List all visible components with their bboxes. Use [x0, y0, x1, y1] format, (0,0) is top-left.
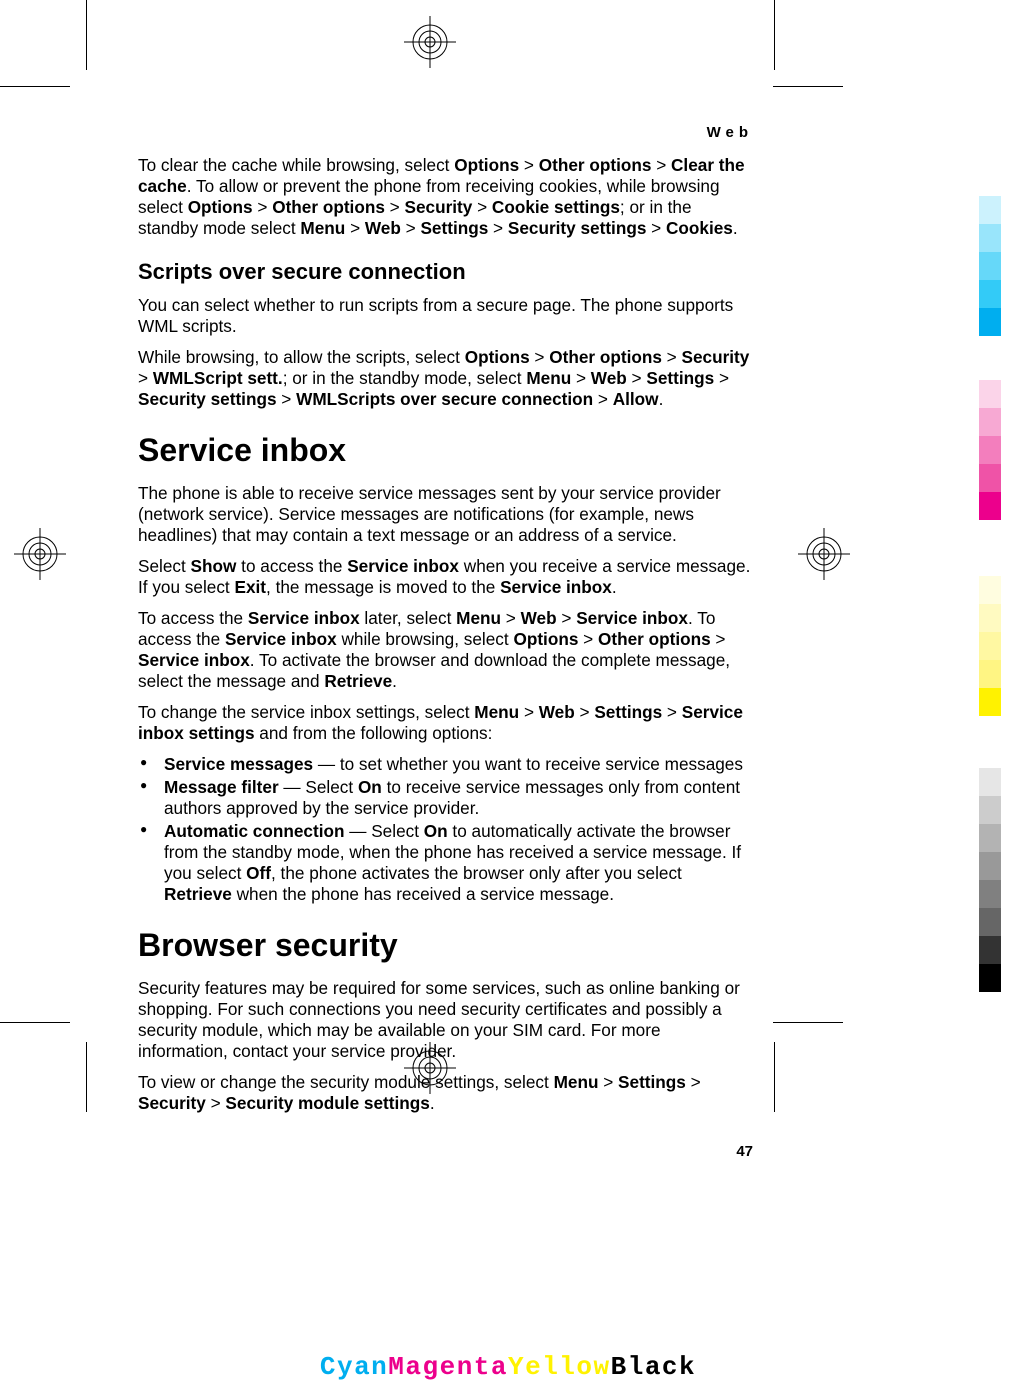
- colorbar-magenta: [979, 380, 1001, 520]
- paragraph: Select Show to access the Service inbox …: [138, 556, 753, 598]
- heading-browser-security: Browser security: [138, 927, 753, 964]
- magenta-label: Magenta: [388, 1352, 508, 1382]
- colorbar-cyan: [979, 196, 1001, 336]
- paragraph: To clear the cache while browsing, selec…: [138, 155, 753, 239]
- paragraph: To view or change the security module se…: [138, 1072, 753, 1114]
- paragraph: You can select whether to run scripts fr…: [138, 295, 753, 337]
- colorbar-yellow: [979, 576, 1001, 716]
- registration-mark-icon: [14, 528, 66, 580]
- page-header: Web: [138, 124, 753, 141]
- black-label: Black: [611, 1352, 697, 1382]
- crop-mark: [773, 1022, 843, 1023]
- crop-mark: [0, 1022, 70, 1023]
- crop-mark: [774, 0, 775, 70]
- bullet-list: Service messages — to set whether you wa…: [138, 754, 753, 905]
- registration-mark-icon: [798, 528, 850, 580]
- cyan-label: Cyan: [320, 1352, 388, 1382]
- paragraph: The phone is able to receive service mes…: [138, 483, 753, 546]
- page-number: 47: [138, 1143, 753, 1160]
- crop-mark: [0, 86, 70, 87]
- list-item: Message filter — Select On to receive se…: [138, 777, 753, 819]
- heading-scripts: Scripts over secure connection: [138, 259, 753, 285]
- paragraph: To access the Service inbox later, selec…: [138, 608, 753, 692]
- colorbar-gray: [979, 768, 1001, 992]
- page-content: Web To clear the cache while browsing, s…: [138, 124, 753, 1160]
- paragraph: To change the service inbox settings, se…: [138, 702, 753, 744]
- paragraph: Security features may be required for so…: [138, 978, 753, 1062]
- paragraph: While browsing, to allow the scripts, se…: [138, 347, 753, 410]
- crop-mark: [86, 0, 87, 70]
- registration-mark-icon: [404, 16, 456, 68]
- list-item: Service messages — to set whether you wa…: [138, 754, 753, 775]
- cmyk-footer: CyanMagentaYellowBlack: [0, 1352, 1016, 1382]
- heading-service-inbox: Service inbox: [138, 432, 753, 469]
- list-item: Automatic connection — Select On to auto…: [138, 821, 753, 905]
- yellow-label: Yellow: [508, 1352, 611, 1382]
- crop-mark: [86, 1042, 87, 1112]
- crop-mark: [774, 1042, 775, 1112]
- crop-mark: [773, 86, 843, 87]
